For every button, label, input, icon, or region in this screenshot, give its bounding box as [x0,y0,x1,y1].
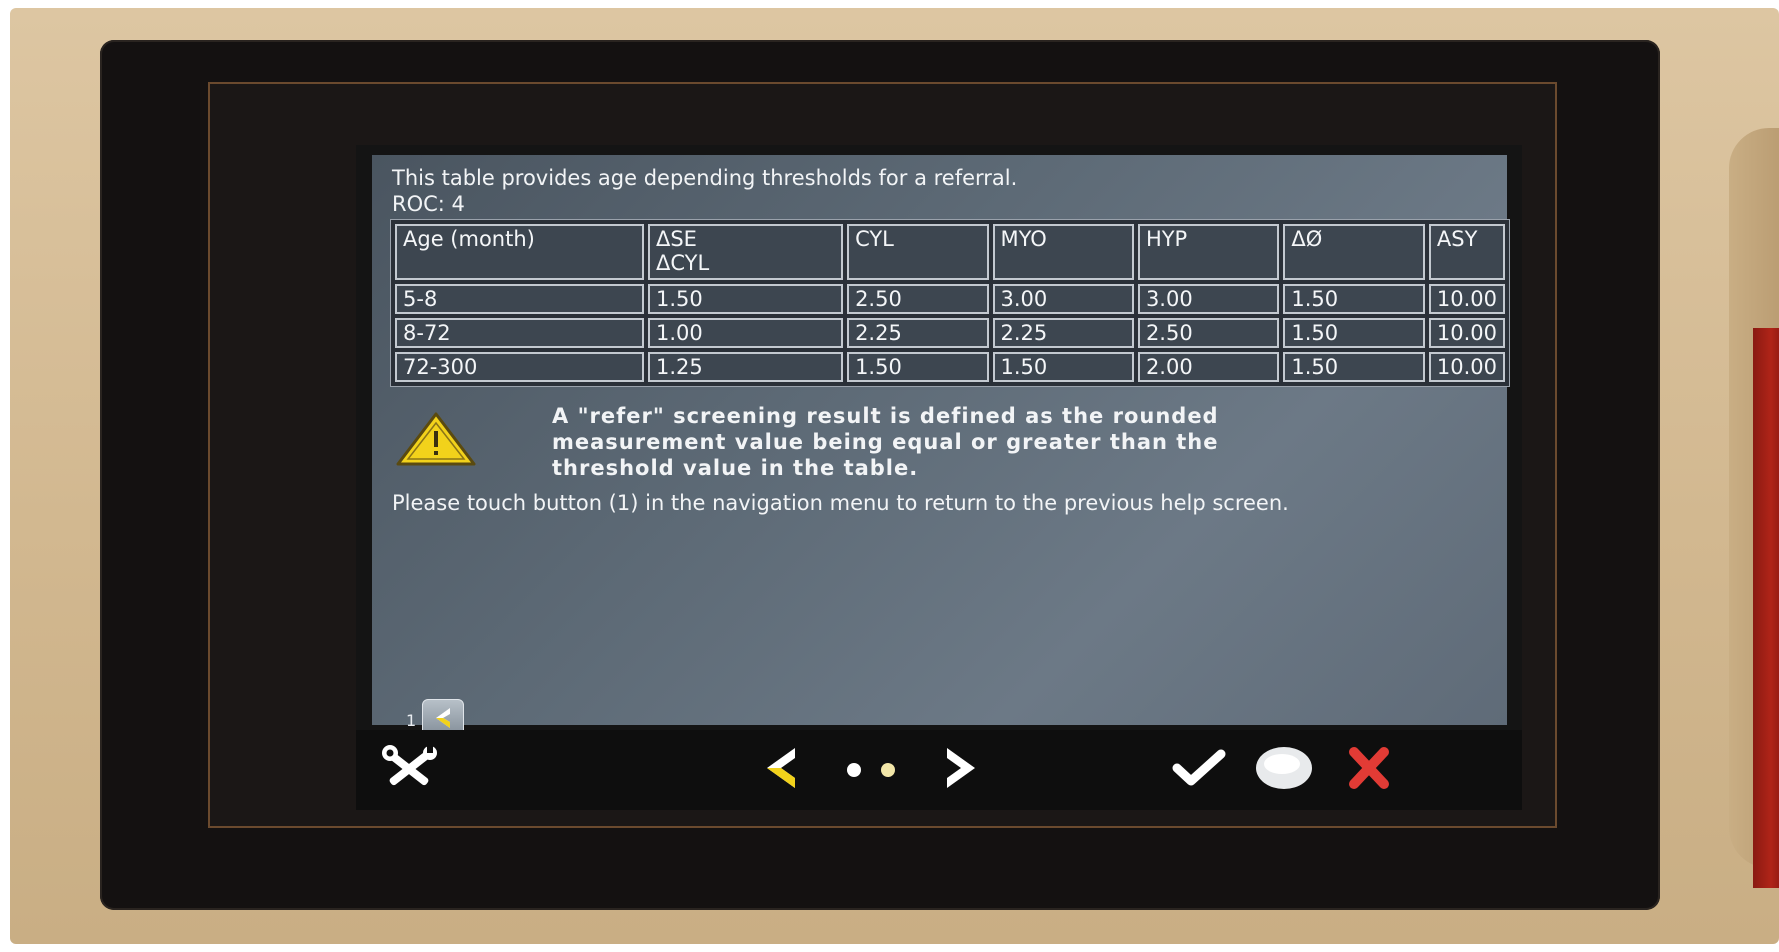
close-icon [1344,744,1394,796]
table-row: 72-300 1.25 1.50 1.50 2.00 1.50 10.00 [395,352,1505,382]
table-row: 8-72 1.00 2.25 2.25 2.50 1.50 10.00 [395,318,1505,348]
table-cell: 8-72 [395,318,644,348]
previous-button[interactable] [751,740,811,800]
intro-description: This table provides age depending thresh… [392,166,1018,190]
table-cell: 1.00 [647,318,844,348]
column-header-age: Age (month) [395,224,644,280]
table-cell: 2.25 [992,318,1134,348]
column-header-hyp: HYP [1137,224,1280,280]
table-cell: 2.50 [847,284,989,314]
navigation-bar [356,730,1522,810]
next-button[interactable] [931,740,991,800]
table-cell: 1.50 [992,352,1134,382]
column-header-myo: MYO [992,224,1134,280]
table-cell: 72-300 [395,352,644,382]
table-row: 5-8 1.50 2.50 3.00 3.00 1.50 10.00 [395,284,1505,314]
threshold-table: Age (month) ΔSE ΔCYL CYL MYO HYP ΔØ ASY … [390,219,1510,387]
page-indicator [826,750,916,790]
device-side-panel [1729,128,1779,888]
warning-line: measurement value being equal or greater… [552,430,1219,454]
table-cell: 3.00 [992,284,1134,314]
confirm-button[interactable] [1164,742,1234,798]
table-cell: 1.50 [847,352,989,382]
column-header-asy: ASY [1428,224,1505,280]
table-cell: 1.50 [1283,284,1425,314]
column-header-cyl: CYL [847,224,989,280]
device-side-red-panel [1753,328,1779,888]
tools-icon [378,743,440,797]
table-cell: 1.25 [647,352,844,382]
roc-label: ROC: 4 [392,192,465,216]
table-header-row: Age (month) ΔSE ΔCYL CYL MYO HYP ΔØ ASY [395,224,1505,280]
checkmark-icon [1171,748,1227,792]
status-button[interactable] [1244,740,1324,800]
chevron-left-icon [759,744,803,796]
warning-triangle-icon [394,411,478,467]
table-cell: 1.50 [647,284,844,314]
table-cell: 2.50 [1137,318,1280,348]
column-header-d-diameter: ΔØ [1283,224,1425,280]
warning-line: A "refer" screening result is defined as… [552,404,1219,428]
column-header-dse-dcyl: ΔSE ΔCYL [647,224,844,280]
cancel-button[interactable] [1334,740,1404,800]
page-back-number: 1 [406,710,417,730]
settings-button[interactable] [374,740,444,800]
table-cell: 5-8 [395,284,644,314]
table-cell: 2.00 [1137,352,1280,382]
warning-notice: A "refer" screening result is defined as… [394,403,1494,483]
table-cell: 10.00 [1428,284,1505,314]
table-cell: 3.00 [1137,284,1280,314]
device-screen: This table provides age depending thresh… [356,145,1522,810]
table-cell: 10.00 [1428,352,1505,382]
table-cell: 1.50 [1283,352,1425,382]
help-instructions: Please touch button (1) in the navigatio… [392,491,1289,515]
help-content: This table provides age depending thresh… [372,155,1510,725]
warning-line: threshold value in the table. [552,456,919,480]
circle-icon [1252,744,1316,796]
table-cell: 1.50 [1283,318,1425,348]
warning-text: A "refer" screening result is defined as… [552,403,1452,481]
intro-text: This table provides age depending thresh… [392,165,1017,217]
table-cell: 2.25 [847,318,989,348]
table-cell: 10.00 [1428,318,1505,348]
chevron-right-icon [939,744,983,796]
